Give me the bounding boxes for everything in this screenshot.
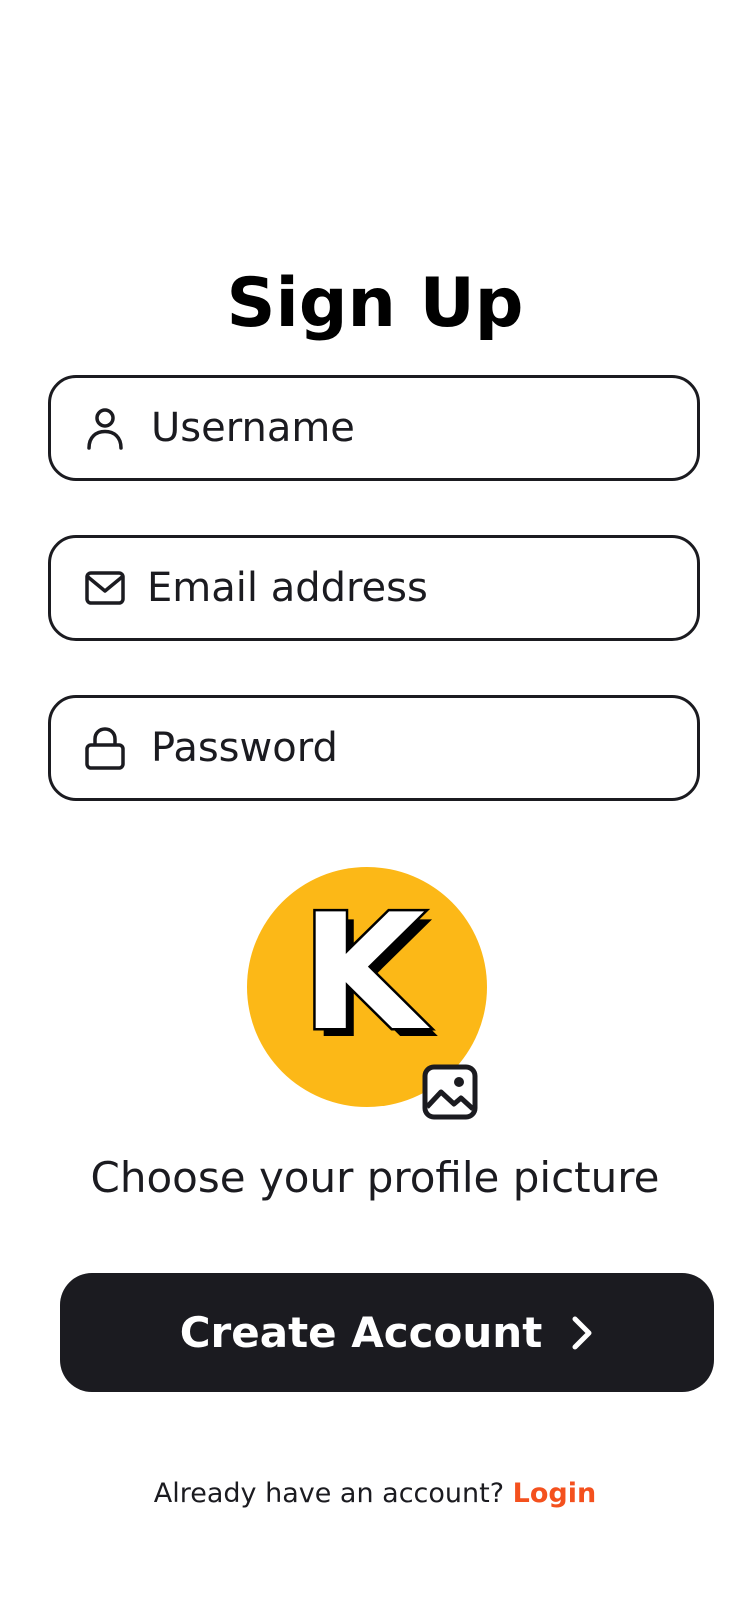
login-prompt-text: Already have an account?: [153, 1478, 505, 1509]
chevron-right-icon: [570, 1315, 594, 1351]
email-field[interactable]: [48, 535, 700, 641]
page-title: Sign Up: [226, 263, 524, 343]
password-field[interactable]: [48, 695, 700, 801]
email-input[interactable]: [147, 538, 667, 638]
avatar-letter-text: K: [301, 879, 430, 1066]
profile-picture-picker[interactable]: K K: [247, 867, 487, 1120]
login-prompt: Already have an account? Login: [0, 1474, 750, 1514]
image-icon[interactable]: [421, 1063, 479, 1121]
password-input[interactable]: [151, 698, 671, 798]
username-field[interactable]: [48, 375, 700, 481]
user-icon: [85, 408, 125, 450]
login-link[interactable]: Login: [513, 1478, 597, 1509]
envelope-icon: [85, 568, 125, 608]
lock-icon: [85, 727, 125, 770]
profile-picture-label: Choose your profile picture: [90, 1153, 660, 1202]
create-account-label: Create Account: [179, 1308, 543, 1357]
username-input[interactable]: [151, 378, 671, 478]
create-account-button[interactable]: Create Account: [60, 1273, 714, 1392]
